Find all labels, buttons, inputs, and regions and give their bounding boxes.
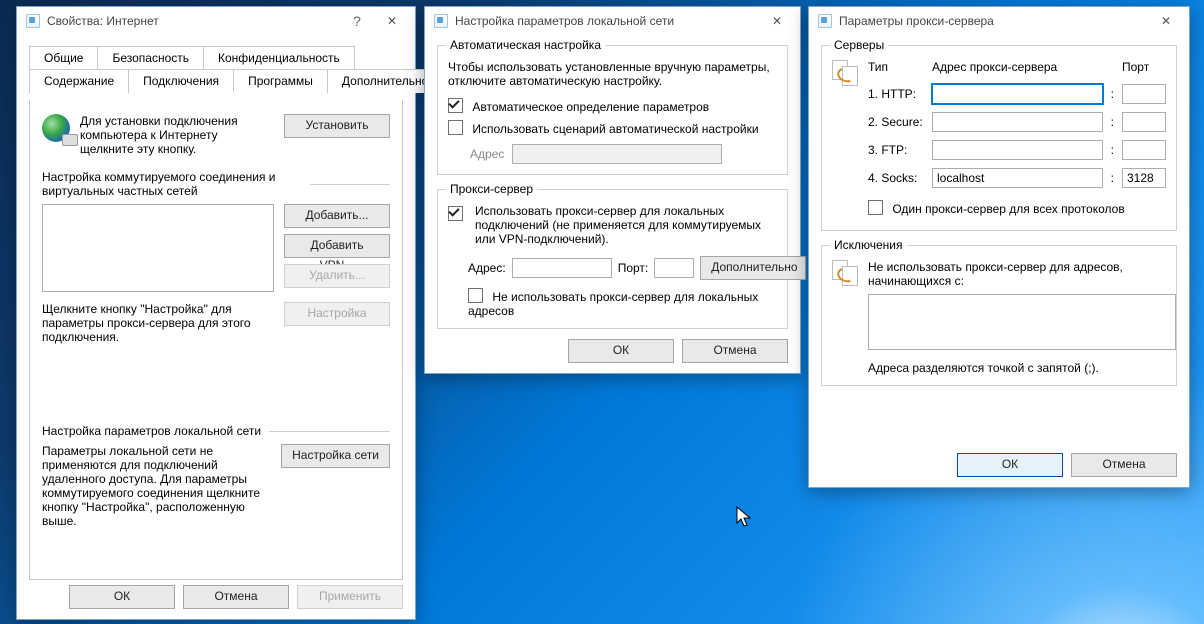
row-ftp-label: 3. FTP:	[868, 143, 924, 157]
internet-options-window: Свойства: Интернет ? ✕ Общие Безопасност…	[16, 6, 416, 620]
tab-privacy[interactable]: Конфиденциальность	[204, 46, 355, 69]
lan-text: Параметры локальной сети не применяются …	[42, 444, 271, 528]
socks-port-input[interactable]	[1122, 168, 1166, 188]
tab-programs[interactable]: Программы	[234, 69, 328, 93]
script-addr-label: Адрес	[470, 147, 504, 161]
servers-group: Серверы Тип Адрес прокси-сервера Порт	[821, 45, 1177, 231]
row-http-label: 1. HTTP:	[868, 87, 924, 101]
proxy-group: Прокси-сервер Использовать прокси-сервер…	[437, 189, 788, 329]
cancel-button[interactable]: Отмена	[682, 339, 788, 363]
secure-addr-input[interactable]	[932, 112, 1103, 132]
config-tip: Щелкните кнопку "Настройка" для параметр…	[42, 302, 274, 344]
window-title: Свойства: Интернет	[47, 14, 339, 28]
exceptions-text: Не использовать прокси-сервер для адресо…	[868, 260, 1166, 288]
setup-button[interactable]: Установить	[284, 114, 390, 138]
http-port-input[interactable]	[1122, 84, 1166, 104]
hdr-type: Тип	[868, 60, 924, 74]
proxy-settings-window: Параметры прокси-сервера ✕ Серверы Тип А…	[808, 6, 1190, 488]
exceptions-legend: Исключения	[830, 238, 907, 252]
auto-detect-checkbox[interactable]	[448, 98, 463, 113]
ftp-addr-input[interactable]	[932, 140, 1103, 160]
app-icon	[433, 13, 449, 29]
setup-description: Для установки подключения компьютера к И…	[80, 114, 274, 156]
exceptions-icon	[832, 260, 858, 286]
config-button[interactable]: Настройка	[284, 302, 390, 326]
auto-config-legend: Автоматическая настройка	[446, 38, 605, 52]
connections-listbox[interactable]	[42, 204, 274, 292]
exceptions-textarea[interactable]	[868, 294, 1176, 350]
titlebar[interactable]: Свойства: Интернет ? ✕	[17, 7, 415, 35]
auto-text: Чтобы использовать установленные вручную…	[448, 60, 777, 88]
servers-legend: Серверы	[830, 38, 888, 52]
lan-settings-window: Настройка параметров локальной сети ✕ Ав…	[424, 6, 801, 374]
globe-icon	[42, 114, 70, 142]
exceptions-group: Исключения Не использовать прокси-сервер…	[821, 245, 1177, 386]
app-icon	[817, 13, 833, 29]
add-vpn-button[interactable]: Добавить VPN...	[284, 234, 390, 258]
close-button[interactable]: ✕	[760, 10, 794, 32]
close-button[interactable]: ✕	[375, 10, 409, 32]
proxy-port-input[interactable]	[654, 258, 694, 278]
proxy-port-label: Порт:	[618, 261, 649, 275]
ok-button[interactable]: ОК	[69, 585, 175, 609]
script-addr-input	[512, 144, 722, 164]
window-title: Настройка параметров локальной сети	[455, 14, 754, 28]
bypass-local-label: Не использовать прокси-сервер для локаль…	[468, 290, 758, 318]
close-button[interactable]: ✕	[1149, 10, 1183, 32]
apply-button[interactable]: Применить	[297, 585, 403, 609]
use-proxy-checkbox[interactable]	[448, 206, 463, 221]
titlebar[interactable]: Параметры прокси-сервера ✕	[809, 7, 1189, 35]
tab-connections[interactable]: Подключения	[129, 69, 234, 93]
lan-heading: Настройка параметров локальной сети	[42, 424, 261, 438]
tab-general[interactable]: Общие	[29, 46, 98, 69]
tab-strip: Общие Безопасность Конфиденциальность Со…	[29, 45, 403, 92]
servers-icon	[832, 60, 858, 86]
titlebar[interactable]: Настройка параметров локальной сети ✕	[425, 7, 800, 35]
hdr-addr: Адрес прокси-сервера	[932, 60, 1114, 74]
tab-content[interactable]: Содержание	[29, 69, 129, 93]
proxy-legend: Прокси-сервер	[446, 182, 537, 196]
lan-settings-button[interactable]: Настройка сети	[281, 444, 390, 468]
auto-detect-label: Автоматическое определение параметров	[472, 100, 709, 114]
auto-config-group: Автоматическая настройка Чтобы использов…	[437, 45, 788, 175]
ok-button[interactable]: ОК	[957, 453, 1063, 477]
http-addr-input[interactable]	[932, 84, 1103, 104]
same-proxy-label: Один прокси-сервер для всех протоколов	[892, 202, 1124, 216]
app-icon	[25, 13, 41, 29]
secure-port-input[interactable]	[1122, 112, 1166, 132]
row-socks-label: 4. Socks:	[868, 171, 924, 185]
window-title: Параметры прокси-сервера	[839, 14, 1143, 28]
ftp-port-input[interactable]	[1122, 140, 1166, 160]
cancel-button[interactable]: Отмена	[183, 585, 289, 609]
proxy-addr-input[interactable]	[512, 258, 612, 278]
use-script-checkbox[interactable]	[448, 120, 463, 135]
tab-security[interactable]: Безопасность	[98, 46, 204, 69]
remove-button[interactable]: Удалить...	[284, 264, 390, 288]
same-proxy-checkbox[interactable]	[868, 200, 883, 215]
cancel-button[interactable]: Отмена	[1071, 453, 1177, 477]
socks-addr-input[interactable]	[932, 168, 1103, 188]
use-proxy-label: Использовать прокси-сервер для локальных…	[475, 204, 777, 246]
proxy-addr-label: Адрес:	[468, 261, 506, 275]
bypass-local-checkbox[interactable]	[468, 288, 483, 303]
exceptions-hint: Адреса разделяются точкой с запятой (;).	[868, 361, 1166, 375]
add-button[interactable]: Добавить...	[284, 204, 390, 228]
row-secure-label: 2. Secure:	[868, 115, 924, 129]
ok-button[interactable]: ОК	[568, 339, 674, 363]
dialup-heading: Настройка коммутируемого соединения и ви…	[42, 170, 302, 198]
help-button[interactable]: ?	[345, 13, 369, 29]
use-script-label: Использовать сценарий автоматической нас…	[472, 122, 758, 136]
advanced-button[interactable]: Дополнительно	[700, 256, 806, 280]
hdr-port: Порт	[1122, 60, 1166, 74]
